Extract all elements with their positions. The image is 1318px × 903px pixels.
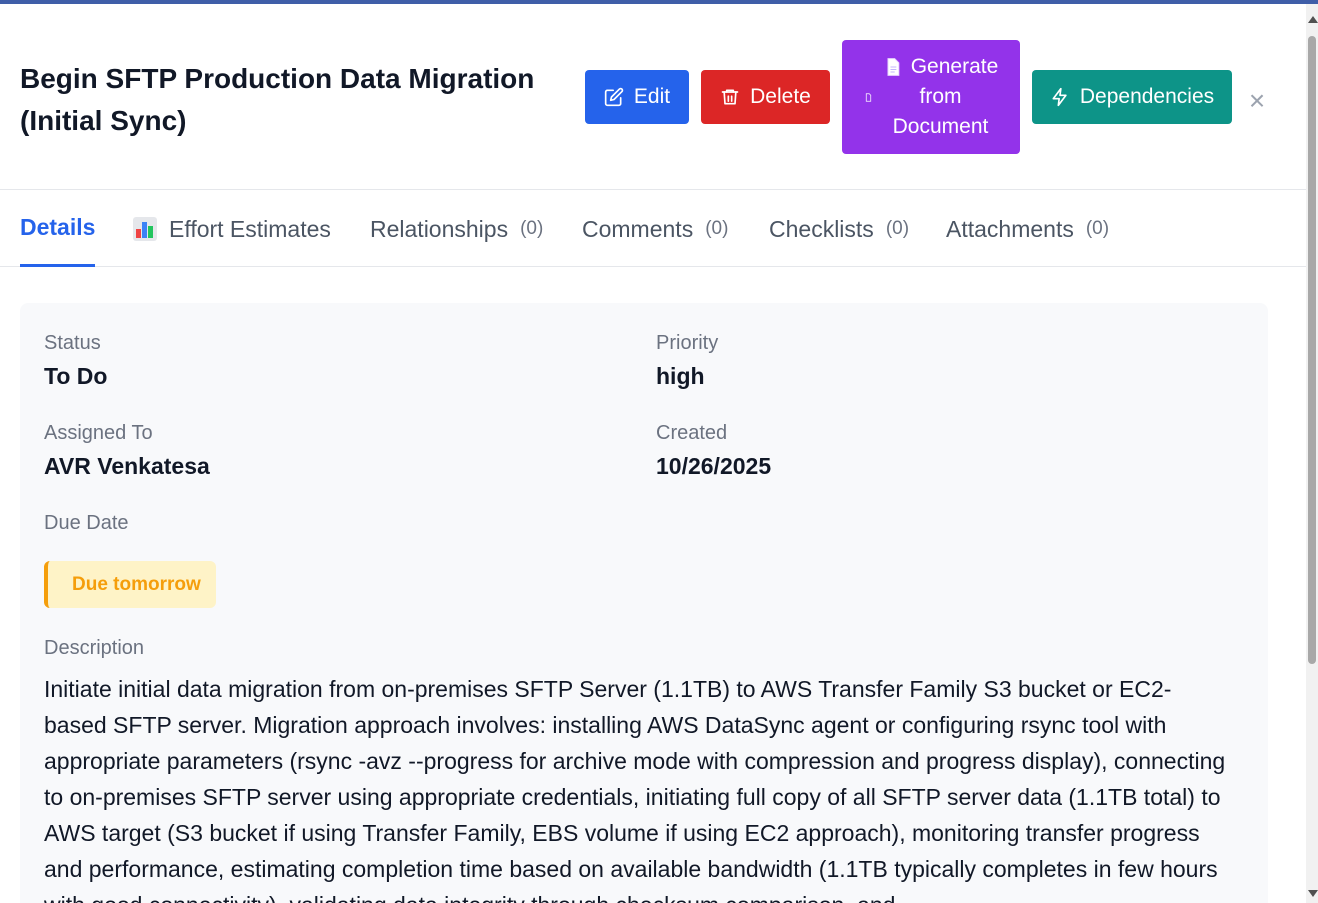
tab-relationships-label: Relationships: [370, 215, 509, 242]
close-icon[interactable]: ×: [1244, 87, 1270, 115]
document-icon: [887, 58, 900, 76]
tab-checklists[interactable]: Checklists (0): [769, 191, 909, 267]
vertical-scrollbar[interactable]: [1306, 4, 1318, 903]
task-detail-modal: Begin SFTP Production Data Migration (In…: [0, 4, 1306, 903]
task-title: Begin SFTP Production Data Migration (In…: [20, 63, 535, 136]
assigned-to-value: AVR Venkatesa: [44, 453, 210, 479]
generate-line-1: Generate: [883, 52, 999, 82]
tab-effort-label: Effort Estimates: [169, 215, 331, 242]
tab-effort-estimates[interactable]: Effort Estimates: [133, 191, 331, 267]
created-value: 10/26/2025: [656, 453, 772, 479]
edit-icon: [604, 87, 624, 107]
due-date-label: Due Date: [44, 512, 129, 534]
status-value: To Do: [44, 363, 108, 389]
tab-attachments-count: (0): [1085, 218, 1110, 239]
tab-comments[interactable]: Comments (0): [582, 191, 728, 267]
due-date-badge: Due tomorrow: [44, 561, 216, 608]
assigned-to-label: Assigned To: [44, 422, 153, 444]
generate-line-1-text: Generate: [910, 55, 999, 78]
tab-checklists-count: (0): [885, 218, 910, 239]
tab-attachments[interactable]: Attachments (0): [946, 191, 1109, 267]
tab-comments-count: (0): [705, 218, 729, 239]
generate-from-document-button[interactable]: Generate from Document: [842, 40, 1020, 154]
tab-comments-label: Comments: [582, 215, 694, 242]
status-label: Status: [44, 332, 101, 354]
delete-button[interactable]: Delete: [701, 70, 830, 124]
tab-attachments-label: Attachments: [946, 215, 1074, 242]
scrollbar-thumb[interactable]: [1308, 36, 1316, 664]
tab-relationships[interactable]: Relationships (0): [370, 191, 543, 267]
priority-value: high: [656, 363, 705, 389]
bar-chart-icon: [133, 217, 157, 241]
tab-checklists-label: Checklists: [769, 215, 874, 242]
modal-header: Begin SFTP Production Data Migration (In…: [0, 4, 1306, 190]
created-label: Created: [656, 422, 728, 444]
lightning-icon: [1052, 87, 1067, 107]
generate-label: Generate from Document: [883, 52, 999, 142]
details-panel: Status To Do Priority high Assigned To A…: [20, 303, 1268, 903]
delete-button-label: Delete: [750, 85, 811, 108]
scroll-down-arrow-icon[interactable]: [1308, 890, 1318, 897]
description-text: Initiate initial data migration from on-…: [44, 676, 1226, 903]
dependencies-button[interactable]: Dependencies: [1032, 70, 1232, 124]
tab-details-label: Details: [20, 214, 96, 240]
trash-icon: [721, 89, 739, 105]
scroll-up-arrow-icon[interactable]: [1308, 16, 1318, 23]
description-label: Description: [44, 637, 145, 659]
generate-line-2: from: [919, 85, 962, 108]
priority-label: Priority: [656, 332, 719, 354]
tab-bar: Details Effort Estimates Relationships (…: [0, 191, 1306, 267]
dependencies-button-label: Dependencies: [1079, 85, 1215, 108]
edit-button-label: Edit: [633, 85, 671, 108]
tab-details[interactable]: Details: [20, 191, 96, 267]
tab-relationships-count: (0): [520, 218, 544, 239]
small-document-icon: [865, 92, 871, 102]
generate-line-3: Document: [892, 115, 989, 138]
edit-button[interactable]: Edit: [585, 70, 689, 124]
